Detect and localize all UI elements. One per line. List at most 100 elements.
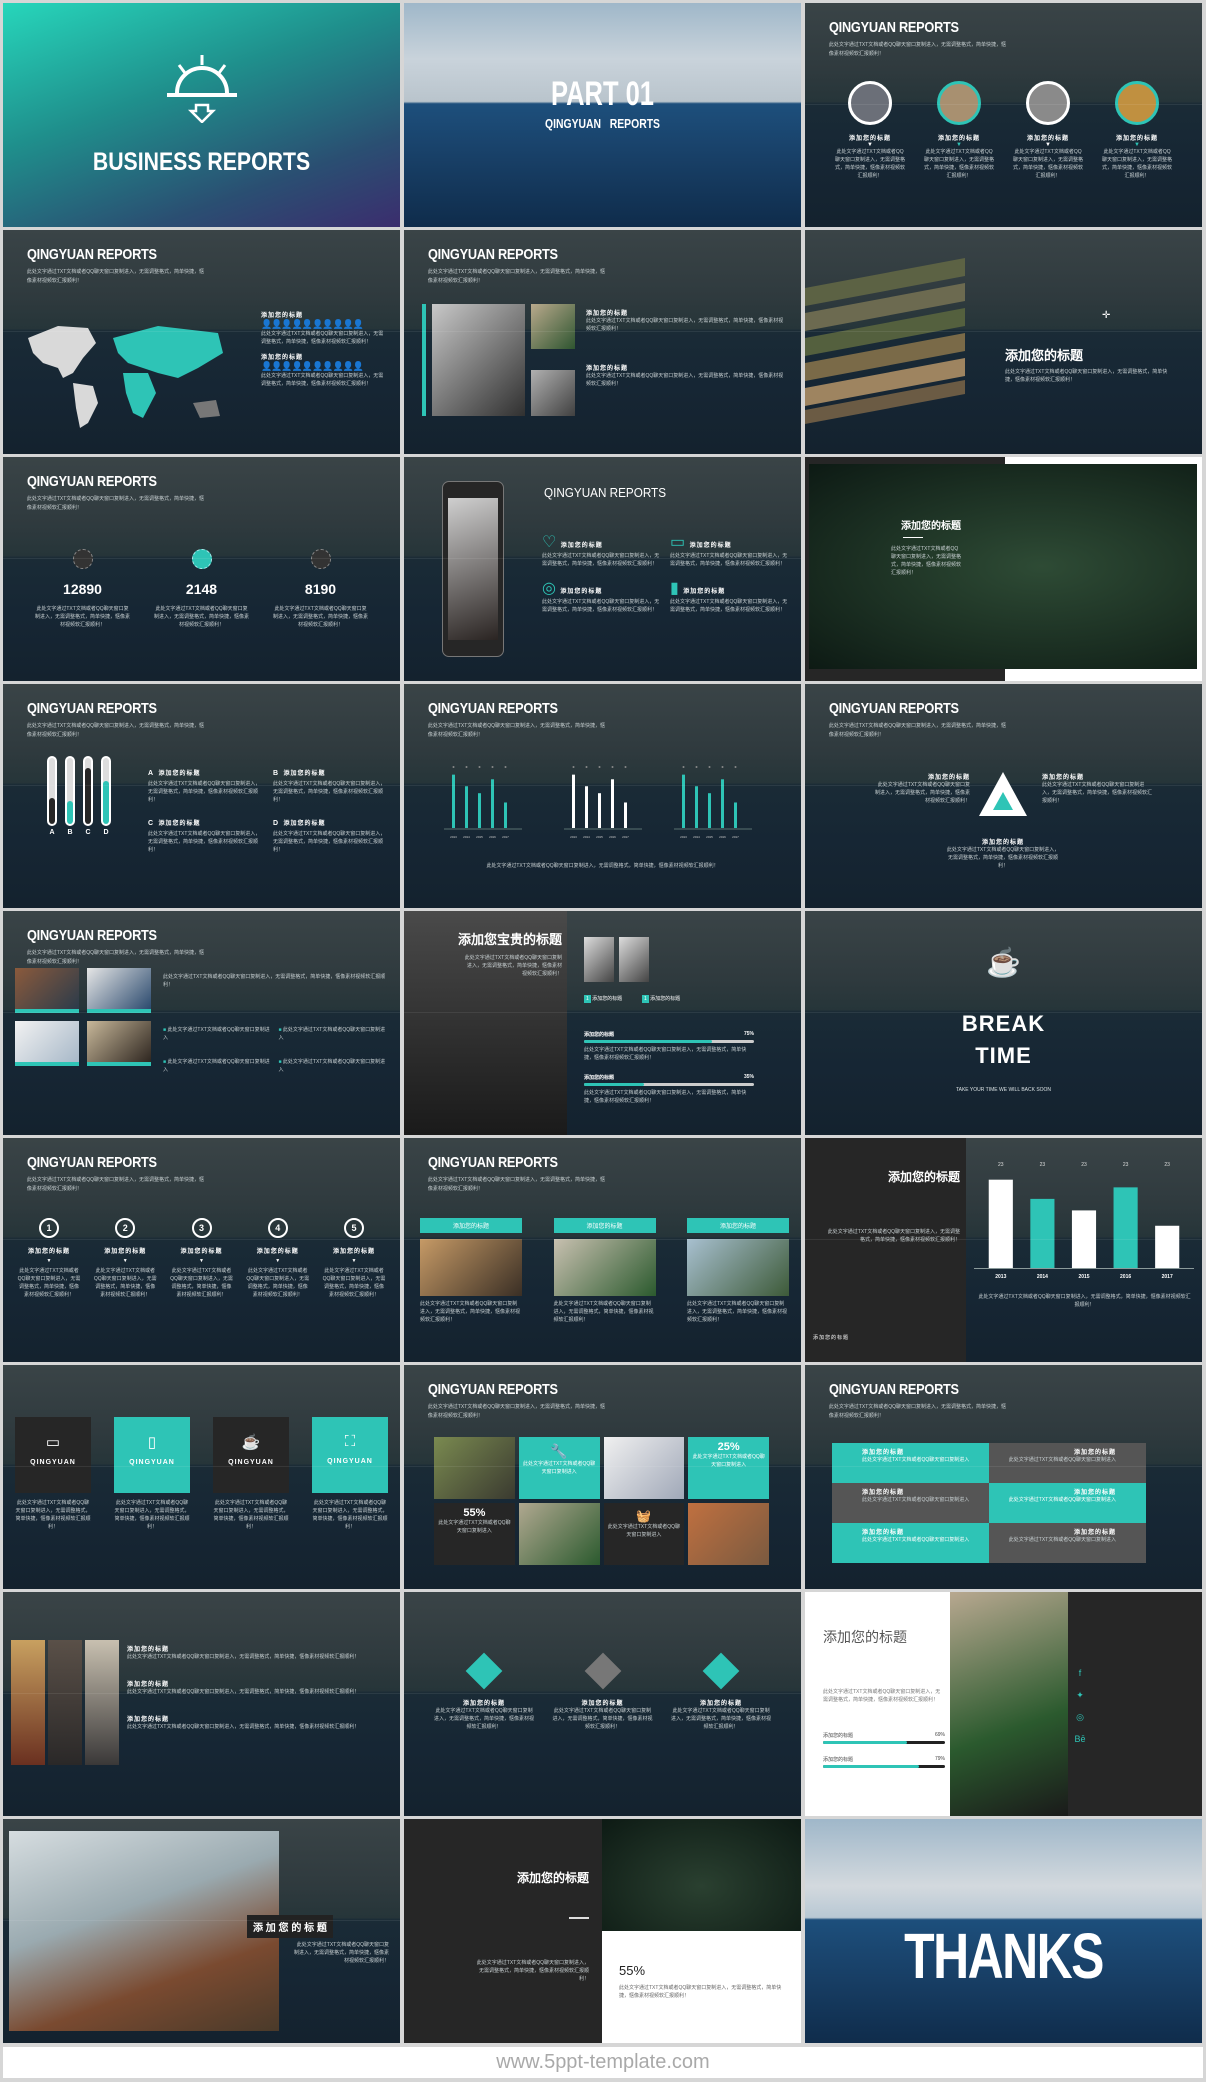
slide-heading: 添 加 您 的 标 题 bbox=[247, 1915, 333, 1938]
slide-banners[interactable]: QINGYUAN REPORTS 此处文字通过TXT文档或者QQ聊天窗口复制进入… bbox=[404, 1138, 801, 1362]
feature-text: 此处文字通过TXT文档或者QQ聊天窗口复制进入，无需调整格式，简单快捷，惬像素材… bbox=[670, 553, 788, 567]
facebook-icon[interactable]: f bbox=[1073, 1662, 1087, 1684]
slide-steps[interactable]: QINGYUAN REPORTS 此处文字通过TXT文档或者QQ聊天窗口复制进入… bbox=[3, 1138, 400, 1362]
behance-icon[interactable]: Bē bbox=[1073, 1728, 1087, 1750]
mosaic-grid: 🔧 此处文字通过TXT文档或者QQ聊天窗口复制进入 25% 此处文字通过TXT文档或… bbox=[434, 1437, 769, 1565]
profile-text: 此处文字通过TXT文档或者QQ聊天窗口复制进入，无需调整格式，简单快捷，惬像素材… bbox=[1102, 149, 1173, 179]
chat-icon: ▭ bbox=[670, 534, 686, 551]
slide-bridge[interactable]: 添 加 您 的 标 题 此处文字通过TXT文档或者QQ聊天窗口复制进入，无需调整… bbox=[3, 1819, 400, 2043]
slide-icon-boxes[interactable]: ▭ QINGYUAN 此处文字通过TXT文档或者QQ聊天窗口复制进入，无需调整格式，… bbox=[3, 1365, 400, 1589]
feature-cell: 添加您的标题 此处文字通过TXT文档或者QQ聊天窗口复制进入 bbox=[832, 1483, 989, 1523]
crosshair-icon: ✛ bbox=[1102, 310, 1111, 321]
mini-bar bbox=[491, 779, 494, 828]
avatar bbox=[937, 81, 981, 125]
slide-break-time[interactable]: ☕ BREAK TIME TAKE YOUR TIME WE WILL BACK… bbox=[805, 911, 1202, 1135]
mini-bar bbox=[734, 802, 737, 828]
item-heading: 添加您的标题 bbox=[158, 771, 201, 777]
slide-photo-grid[interactable]: QINGYUAN REPORTS 此处文字通过TXT文档或者QQ聊天窗口复制进入… bbox=[3, 911, 400, 1135]
step-number: 5 bbox=[344, 1218, 364, 1238]
box-row: ▭ QINGYUAN 此处文字通过TXT文档或者QQ聊天窗口复制进入，无需调整格式，… bbox=[15, 1417, 388, 1531]
slide-part-01[interactable]: PART 01 QINGYUAN REPORTS bbox=[404, 3, 801, 227]
feature-cell: 添加您的标题 此处文字通过TXT文档或者QQ聊天窗口复制进入 bbox=[989, 1443, 1146, 1483]
slide-diamonds[interactable]: 添加您的标题 此处文字通过TXT文档或者QQ聊天窗口复制进入，无需调整格式，简单快… bbox=[404, 1592, 801, 1816]
cover-title: BUSINESS REPORTS bbox=[92, 148, 311, 176]
chart-category-label: 2013 bbox=[995, 1274, 1006, 1280]
slide-heading: 添加您的标题 bbox=[901, 521, 961, 532]
mini-bar bbox=[465, 786, 468, 828]
photo-women bbox=[85, 1640, 119, 1765]
item-text: 此处文字通过TXT文档或者QQ聊天窗口复制进入，无需调整格式，简单快捷，惬像素材… bbox=[127, 1654, 360, 1660]
slide-heading: 添加您宝贵的标题 bbox=[457, 932, 562, 947]
profile-card[interactable]: 添加您的标题 ▼ 此处文字通过TXT文档或者QQ聊天窗口复制进入，无需调整格式，… bbox=[924, 81, 994, 180]
slide-profile-progress[interactable]: 添加您的标题 此处文字通过TXT文档或者QQ聊天窗口复制进入，无需调整格式，简单… bbox=[805, 1592, 1202, 1816]
slide-triangle[interactable]: QINGYUAN REPORTS 此处文字通过TXT文档或者QQ聊天窗口复制进入… bbox=[805, 684, 1202, 908]
block-heading: 添加您的标题 bbox=[261, 313, 304, 319]
progress-track bbox=[584, 1040, 754, 1043]
slide-cover[interactable]: BUSINESS REPORTS bbox=[3, 3, 400, 227]
slide-title: QINGYUAN REPORTS bbox=[427, 1153, 558, 1171]
chart-value-label: 23 bbox=[1081, 1162, 1087, 1168]
abcd-item: C 添加您的标题 此处文字通过TXT文档或者QQ聊天窗口复制进入，无需调整格式，简… bbox=[148, 812, 263, 854]
bullet-item: ■ 此处文字通过TXT文档或者QQ聊天窗口复制进入 bbox=[278, 1059, 386, 1073]
progress-label: 添加您的标题 bbox=[823, 1757, 854, 1763]
photo-dresses bbox=[11, 1640, 45, 1765]
slide-striped-photo[interactable]: ✛ 添加您的标题 此处文字通过TXT文档或者QQ聊天窗口复制进入，无需调整格式，… bbox=[805, 230, 1202, 454]
item-heading: 添加您的标题 bbox=[927, 775, 970, 781]
mini-year-label: 2017 bbox=[502, 835, 509, 839]
triangle-item: 添加您的标题 此处文字通过TXT文档或者QQ聊天窗口复制进入，无需调整格式，简单快… bbox=[875, 772, 970, 805]
step-text: 此处文字通过TXT文档或者QQ聊天窗口复制进入，无需调整格式，简单快捷，惬像素材… bbox=[17, 1268, 81, 1298]
slide-bar-chart[interactable]: 添加您的标题 此处文字通过TXT文档或者QQ聊天窗口复制进入，无需调整格式，简单… bbox=[805, 1138, 1202, 1362]
item-text: 此处文字通过TXT文档或者QQ聊天窗口复制进入，无需调整格式，简单快捷，惬像素材… bbox=[127, 1689, 360, 1695]
slide-title: QINGYUAN REPORTS bbox=[828, 699, 959, 717]
step-heading: 添加您的标题 bbox=[256, 1249, 299, 1255]
slide-mosaic[interactable]: QINGYUAN REPORTS 此处文字通过TXT文档或者QQ聊天窗口复制进入… bbox=[404, 1365, 801, 1589]
profile-card[interactable]: 添加您的标题 ▼ 此处文字通过TXT文档或者QQ聊天窗口复制进入，无需调整格式，… bbox=[835, 81, 905, 180]
slide-forest[interactable]: 添加您的标题 此处文字通过TXT文档或者QQ聊天窗口复制进入，无需调整格式，简单… bbox=[805, 457, 1202, 681]
slide-split-55[interactable]: 添加您的标题 此处文字通过TXT文档或者QQ聊天窗口复制进入，无需调整格式，简单… bbox=[404, 1819, 801, 2043]
mini-value-dot bbox=[585, 766, 588, 768]
slide-stats[interactable]: QINGYUAN REPORTS 此处文字通过TXT文档或者QQ聊天窗口复制进入… bbox=[3, 457, 400, 681]
slide-gauges[interactable]: QINGYUAN REPORTS 此处文字通过TXT文档或者QQ聊天窗口复制进入… bbox=[3, 684, 400, 908]
slide-photo-collage[interactable]: QINGYUAN REPORTS 此处文字通过TXT文档或者QQ聊天窗口复制进入… bbox=[404, 230, 801, 454]
slide-world-map[interactable]: QINGYUAN REPORTS 此处文字通过TXT文档或者QQ聊天窗口复制进入… bbox=[3, 230, 400, 454]
coffee-cup-icon: ☕ bbox=[986, 947, 1021, 978]
progress-item: 添加您的标题 79% bbox=[823, 1756, 945, 1768]
progress-fill bbox=[823, 1765, 920, 1768]
slide-fashion[interactable]: 添加您的标题 此处文字通过TXT文档或者QQ聊天窗口复制进入，无需调整格式，简单快… bbox=[3, 1592, 400, 1816]
percent-text: 此处文字通过TXT文档或者QQ聊天窗口复制进入，无需调整格式，简单快捷，惬像素材… bbox=[619, 1985, 782, 1999]
mini-year-label: 2015 bbox=[476, 835, 483, 839]
slide-thanks[interactable]: THANKS bbox=[805, 1819, 1202, 2043]
footer-url[interactable]: www.5ppt-template.com bbox=[3, 2047, 1203, 2078]
banner-photo bbox=[687, 1239, 789, 1296]
divider bbox=[903, 537, 923, 538]
slide-team[interactable]: QINGYUAN REPORTS 此处文字通过TXT文档或者QQ聊天窗口复制进入… bbox=[805, 3, 1202, 227]
heart-icon: ♡ bbox=[542, 534, 557, 551]
slide-title: QINGYUAN REPORTS bbox=[427, 699, 558, 717]
box-label: QINGYUAN bbox=[228, 1459, 274, 1466]
slide-mini-charts[interactable]: QINGYUAN REPORTS 此处文字通过TXT文档或者QQ聊天窗口复制进入… bbox=[404, 684, 801, 908]
slide-tablet[interactable]: QINGYUAN REPORTS ♡ 添加您的标题 此处文字通过TXT文档或者QQ… bbox=[404, 457, 801, 681]
chart-bar bbox=[1113, 1187, 1138, 1268]
avatar bbox=[1026, 81, 1070, 125]
banner-row: 添加您的标题 此处文字通过TXT文档或者QQ聊天窗口复制进入，无需调整格式，简单快… bbox=[420, 1218, 789, 1324]
profile-card[interactable]: 添加您的标题 ▼ 此处文字通过TXT文档或者QQ聊天窗口复制进入，无需调整格式，… bbox=[1102, 81, 1172, 180]
slide-title: QINGYUAN REPORTS bbox=[26, 472, 157, 490]
item-letter: A bbox=[148, 770, 155, 777]
steps-row: 1 添加您的标题 ▼ 此处文字通过TXT文档或者QQ聊天窗口复制进入，无需调整格式，简… bbox=[17, 1218, 386, 1299]
stat-card: 8190 此处文字通过TXT文档或者QQ聊天窗口复制进入，无需调整格式，简单快捷… bbox=[273, 549, 368, 629]
slide-progress[interactable]: 添加您宝贵的标题 此处文字通过TXT文档或者QQ聊天窗口复制进入，无需调整格式，… bbox=[404, 911, 801, 1135]
slide-feature-table[interactable]: QINGYUAN REPORTS 此处文字通过TXT文档或者QQ聊天窗口复制进入… bbox=[805, 1365, 1202, 1589]
stat-card: 12890 此处文字通过TXT文档或者QQ聊天窗口复制进入，无需调整格式，简单快… bbox=[35, 549, 130, 629]
wrench-tile: 🔧 此处文字通过TXT文档或者QQ聊天窗口复制进入 bbox=[518, 1437, 600, 1499]
slide-subtitle: 此处文字通过TXT文档或者QQ聊天窗口复制进入，无需调整格式，简单快捷，惬像素材… bbox=[427, 1404, 606, 1420]
slide-text: 此处文字通过TXT文档或者QQ聊天窗口复制进入，无需调整格式，简单快捷，惬像素材… bbox=[486, 863, 719, 869]
progress-text: 此处文字通过TXT文档或者QQ聊天窗口复制进入，无需调整格式，简单快捷，惬像素材… bbox=[584, 1047, 747, 1061]
item-heading: 添加您的标题 bbox=[158, 821, 201, 827]
profile-card[interactable]: 添加您的标题 ▼ 此处文字通过TXT文档或者QQ聊天窗口复制进入，无需调整格式，… bbox=[1013, 81, 1083, 180]
step-text: 此处文字通过TXT文档或者QQ聊天窗口复制进入，无需调整格式，简单快捷，惬像素材… bbox=[322, 1268, 386, 1298]
twitter-icon[interactable]: ✦ bbox=[1073, 1684, 1087, 1706]
video-camera-icon: ▭ bbox=[45, 1434, 61, 1451]
mini-value-dot bbox=[611, 766, 614, 768]
chart-title: 添加您的标题 bbox=[887, 1170, 960, 1184]
dribbble-icon[interactable]: ◎ bbox=[1073, 1706, 1087, 1728]
